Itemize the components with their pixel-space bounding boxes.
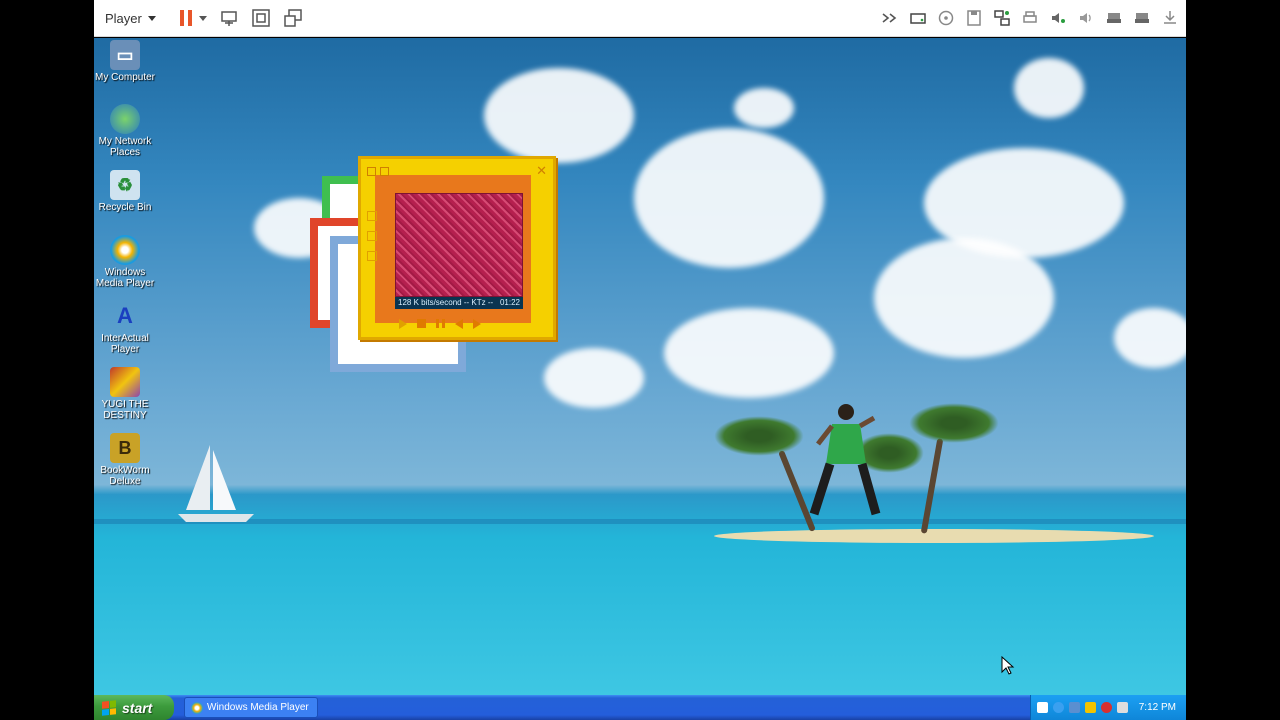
sound-icon[interactable]: [1048, 8, 1068, 28]
pause-dropdown-icon[interactable]: [198, 15, 207, 21]
desktop-icon-label: YUGI THE DESTINY: [101, 399, 149, 421]
palm-leaves: [909, 403, 999, 443]
menu-icon[interactable]: [367, 166, 376, 176]
next-icon[interactable]: [473, 319, 481, 329]
media-player-icon: [191, 701, 203, 714]
cd-icon[interactable]: [936, 8, 956, 28]
minimize-icon[interactable]: [380, 166, 389, 176]
network-tray-icon[interactable]: [1052, 702, 1064, 713]
start-label: start: [122, 699, 153, 716]
desktop-icon-windows-media-player[interactable]: Windows Media Player: [94, 235, 156, 289]
unity-icon[interactable]: [283, 8, 303, 28]
player-title-bar[interactable]: ✕: [367, 164, 547, 177]
player-side-controls: [367, 211, 377, 261]
pause-icon[interactable]: [179, 10, 192, 26]
usb-icon[interactable]: [1104, 8, 1124, 28]
cloud: [484, 68, 634, 163]
island: [714, 529, 1154, 543]
desktop-icon-bookworm-deluxe[interactable]: B BookWorm Deluxe: [94, 433, 156, 487]
cloud: [634, 128, 824, 268]
elapsed-time: 01:22: [499, 298, 520, 307]
cloud: [734, 88, 794, 128]
security-shield-icon[interactable]: [1084, 702, 1096, 713]
clock[interactable]: 7:12 PM: [1139, 702, 1176, 713]
start-button[interactable]: start: [94, 695, 174, 720]
hdd-icon[interactable]: [908, 8, 928, 28]
player-menu[interactable]: Player: [94, 11, 156, 26]
recycle-bin-icon: ♻: [110, 170, 140, 200]
desktop-icon-yugi-the-destiny[interactable]: YUGI THE DESTINY: [94, 367, 156, 421]
desktop-icon-recycle-bin[interactable]: ♻ Recycle Bin: [94, 170, 156, 213]
computer-icon: ▭: [110, 40, 140, 70]
player-menu-label: Player: [105, 10, 142, 26]
send-ctrl-alt-del-icon[interactable]: [219, 8, 239, 28]
game-icon: [110, 367, 140, 397]
fullscreen-icon[interactable]: [251, 8, 271, 28]
desktop-icon-label: My Network Places: [98, 136, 152, 158]
desktop-icon-label: Recycle Bin: [98, 202, 152, 213]
dancer-figure: [809, 404, 881, 516]
palm-leaves: [714, 416, 804, 456]
play-icon[interactable]: [399, 319, 407, 329]
interactual-icon: A: [117, 303, 133, 328]
cloud: [664, 308, 834, 398]
desktop-icon-label: Windows Media Player: [95, 267, 155, 289]
cloud: [1014, 58, 1084, 118]
volume-tray-icon[interactable]: [1116, 702, 1128, 713]
desktop-icon-my-computer[interactable]: ▭ My Computer: [94, 40, 156, 83]
previous-icon[interactable]: [455, 319, 463, 329]
printer-icon[interactable]: [1020, 8, 1040, 28]
chevron-down-icon: [147, 15, 156, 21]
help-icon[interactable]: [1036, 702, 1048, 713]
network-icon[interactable]: [992, 8, 1012, 28]
system-tray: 7:12 PM: [1029, 695, 1186, 720]
horizon: [94, 519, 1186, 524]
cloud: [544, 348, 644, 408]
taskbar-item-label: Windows Media Player: [207, 702, 309, 713]
desktop-icon-label: BookWorm Deluxe: [100, 465, 150, 487]
speaker-icon[interactable]: [1076, 8, 1096, 28]
equalizer-icon[interactable]: [367, 251, 377, 261]
player-status-bar: 128 K bits/second -- KTz -- 01:22: [395, 297, 523, 309]
download-icon[interactable]: [1160, 8, 1180, 28]
mouse-cursor-icon: [1001, 656, 1015, 675]
stop-icon[interactable]: [417, 319, 426, 328]
player-controls: [399, 319, 481, 329]
network-places-icon: [110, 104, 140, 134]
taskbar-item-windows-media-player[interactable]: Windows Media Player: [184, 697, 318, 718]
floppy-icon[interactable]: [964, 8, 984, 28]
desktop-wallpaper: ▭ My Computer My Network Places ♻ Recycl…: [94, 38, 1186, 695]
sailboat-icon: [178, 445, 254, 522]
display-tray-icon[interactable]: [1068, 702, 1080, 713]
usb2-icon[interactable]: [1132, 8, 1152, 28]
playlist-icon[interactable]: [367, 211, 377, 221]
bookworm-icon: B: [110, 433, 140, 463]
desktop-icon-my-network-places[interactable]: My Network Places: [94, 104, 156, 158]
pause-button-icon[interactable]: [436, 319, 445, 328]
cloud: [874, 238, 1054, 358]
visualization-icon[interactable]: [367, 231, 377, 241]
forward-icon[interactable]: [880, 8, 900, 28]
vm-toolbar: Player: [94, 0, 1186, 37]
antivirus-icon[interactable]: [1100, 702, 1112, 713]
desktop-icon-interactual-player[interactable]: A InterActual Player: [94, 301, 156, 355]
close-icon[interactable]: ✕: [536, 164, 547, 177]
bitrate-text: 128 K bits/second -- KTz --: [398, 298, 494, 307]
video-area[interactable]: [395, 193, 523, 297]
desktop-icon-label: My Computer: [94, 72, 155, 83]
taskbar: start Windows Media Player 7:12 PM: [94, 695, 1186, 720]
desktop-icon-label: InterActual Player: [101, 333, 149, 355]
cloud: [1114, 308, 1186, 368]
media-player-window[interactable]: ✕ 128 K bits/second -- KTz -- 01:22: [358, 156, 556, 340]
media-player-icon: [110, 235, 140, 265]
windows-flag-icon: [102, 699, 116, 716]
